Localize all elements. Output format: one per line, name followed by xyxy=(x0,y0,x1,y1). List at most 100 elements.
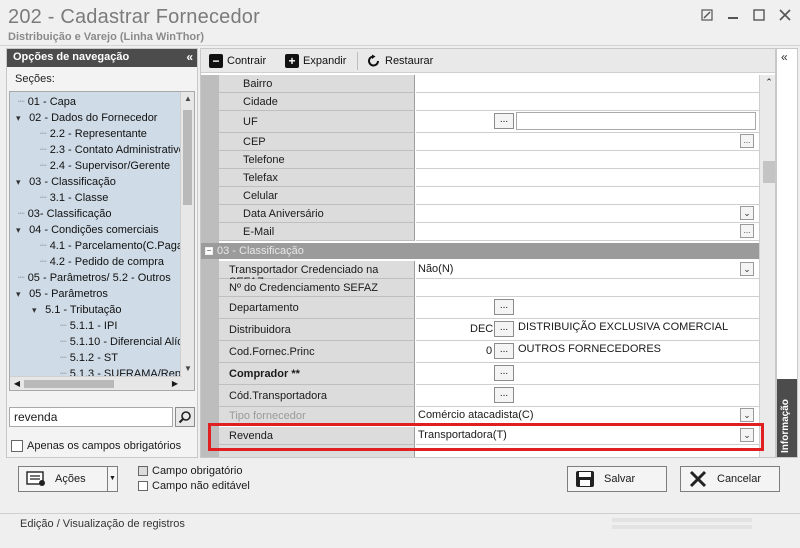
tree-horizontal-scrollbar[interactable]: ◀ ▶ xyxy=(10,376,182,390)
minus-icon: − xyxy=(209,54,223,68)
tree-item[interactable]: ┈ 01 - Capa xyxy=(18,94,76,110)
tree-item[interactable]: ┈ 2.2 - Representante xyxy=(40,126,147,142)
tree-item[interactable]: ▾ 04 - Condições comerciais xyxy=(16,222,159,238)
search-button[interactable] xyxy=(175,407,195,427)
tree-item[interactable]: ┈ 5.1.2 - ST xyxy=(60,350,118,366)
status-bar: Edição / Visualização de registros xyxy=(0,513,800,535)
tree-item[interactable]: ┈ 4.1 - Parcelamento(C.Pagamento) xyxy=(40,238,194,254)
cep-ellipsis-button[interactable]: ... xyxy=(740,134,754,148)
grid-row: Bairro xyxy=(219,75,759,93)
tree-vertical-scrollbar[interactable]: ▲ ▼ xyxy=(180,92,194,390)
num-credenciamento-field[interactable] xyxy=(416,279,759,297)
cidade-field[interactable] xyxy=(416,93,759,111)
tree-item[interactable]: ┈ 2.3 - Contato Administrativo xyxy=(40,142,185,158)
transportadora-lookup-button[interactable]: ... xyxy=(494,387,514,403)
tree-item[interactable]: ┈ 4.2 - Pedido de compra xyxy=(40,254,164,270)
telefax-field[interactable] xyxy=(416,169,759,187)
actions-icon xyxy=(25,470,47,488)
transportador-sefaz-select[interactable]: Não(N) ⌄ xyxy=(416,261,759,279)
comprador-lookup-button[interactable]: ... xyxy=(494,365,514,381)
legend-required-label: Campo obrigatório xyxy=(152,465,243,477)
tree-item[interactable]: ┈ 05 - Parâmetros/ 5.2 - Outros xyxy=(18,270,171,286)
grid-gutter xyxy=(201,75,219,457)
tree-item[interactable]: ▾ 02 - Dados do Fornecedor xyxy=(16,110,157,126)
scroll-thumb[interactable] xyxy=(763,161,775,183)
tree-item[interactable]: ▾ 5.1 - Tributação xyxy=(32,302,122,318)
collapse-button[interactable]: − Contrair xyxy=(209,52,266,70)
grid-vertical-scrollbar[interactable]: ⌃ xyxy=(759,75,775,457)
only-required-checkbox[interactable]: Apenas os campos obrigatórios xyxy=(11,440,181,452)
field-label: Departamento xyxy=(219,297,415,319)
expand-label: Expandir xyxy=(303,55,347,67)
sections-label: Seções: xyxy=(15,73,55,85)
scroll-up-icon[interactable]: ⌃ xyxy=(760,77,775,88)
field-label: Celular xyxy=(219,187,415,205)
scroll-down-icon[interactable]: ▼ xyxy=(181,362,194,376)
tree-item[interactable]: ┈ 2.4 - Supervisor/Gerente xyxy=(40,158,170,174)
save-button[interactable]: Salvar xyxy=(567,466,667,492)
checkbox-box[interactable] xyxy=(11,440,23,452)
bairro-field[interactable] xyxy=(416,75,759,93)
departamento-field[interactable]: ... xyxy=(416,297,759,319)
email-ellipsis-button[interactable]: ... xyxy=(740,224,754,238)
expand-button[interactable]: + Expandir xyxy=(285,52,346,70)
grid-row: Cidade xyxy=(219,93,759,111)
grid-row: E-Mail ... xyxy=(219,223,759,241)
tree-item[interactable]: ┈ 5.1.1 - IPI xyxy=(60,318,117,334)
tree-item[interactable]: ▾ 05 - Parâmetros xyxy=(16,286,108,302)
celular-field[interactable] xyxy=(416,187,759,205)
group-header[interactable]: −03 - Classificação xyxy=(201,243,759,259)
distribuidora-lookup-button[interactable]: ... xyxy=(494,321,514,337)
grid-row: Departamento ... xyxy=(219,297,759,319)
cod-fornec-princ-field[interactable]: 0 ... OUTROS FORNECEDORES xyxy=(416,341,759,363)
cod-fornec-lookup-button[interactable]: ... xyxy=(494,343,514,359)
scroll-thumb[interactable] xyxy=(24,380,114,388)
cod-transportadora-field[interactable]: ... xyxy=(416,385,759,407)
scroll-right-icon[interactable]: ▶ xyxy=(168,377,182,390)
minimize-icon[interactable] xyxy=(724,6,742,24)
collapse-group-icon[interactable]: − xyxy=(205,247,213,256)
cep-field[interactable]: ... xyxy=(416,133,759,151)
maximize-icon[interactable] xyxy=(750,6,768,24)
cancel-button[interactable]: Cancelar xyxy=(680,466,780,492)
actions-label: Ações xyxy=(55,473,86,485)
uf-field[interactable]: ... xyxy=(416,111,759,133)
cod-fornec-description: OUTROS FORNECEDORES xyxy=(518,343,662,355)
chevron-down-icon[interactable]: ⌄ xyxy=(740,206,754,220)
cancel-label: Cancelar xyxy=(717,473,762,485)
tree-item[interactable]: ┈ 5.1.10 - Diferencial Alíquota xyxy=(60,334,194,350)
field-label: Comprador ** xyxy=(219,363,415,385)
legend-readonly: Campo não editável xyxy=(138,480,250,492)
chevron-down-icon[interactable]: ⌄ xyxy=(740,408,754,422)
chevron-down-icon[interactable]: ⌄ xyxy=(740,262,754,276)
grid-row: Telefone xyxy=(219,151,759,169)
actions-button[interactable]: Ações ▼ xyxy=(18,466,118,492)
tree-item[interactable]: ┈ 03- Classificação xyxy=(18,206,111,222)
uf-lookup-button[interactable]: ... xyxy=(494,113,514,129)
sections-tree[interactable]: ┈ 01 - Capa ▾ 02 - Dados do Fornecedor ┈… xyxy=(9,91,195,391)
departamento-lookup-button[interactable]: ... xyxy=(494,299,514,315)
collapse-panel-icon[interactable]: « xyxy=(186,50,193,64)
scroll-up-icon[interactable]: ▲ xyxy=(181,92,194,106)
distribuidora-field[interactable]: DEC ... DISTRIBUIÇÃO EXCLUSIVA COMERCIAL xyxy=(416,319,759,341)
restore-button[interactable]: Restaurar xyxy=(367,52,433,70)
actions-dropdown-icon[interactable]: ▼ xyxy=(107,467,117,491)
search-input[interactable]: revenda xyxy=(9,407,173,427)
email-field[interactable]: ... xyxy=(416,223,759,241)
scroll-left-icon[interactable]: ◀ xyxy=(10,377,24,390)
close-icon[interactable] xyxy=(776,6,794,24)
grid-row: Telefax xyxy=(219,169,759,187)
legend-swatch xyxy=(138,481,148,491)
expand-info-icon[interactable]: « xyxy=(781,50,788,64)
scroll-thumb[interactable] xyxy=(183,110,192,205)
comprador-field[interactable]: ... xyxy=(416,363,759,385)
edit-window-icon[interactable] xyxy=(698,6,716,24)
tree-item[interactable]: ┈ 3.1 - Classe xyxy=(40,190,108,206)
restore-label: Restaurar xyxy=(385,55,434,67)
tree-item[interactable]: ▾ 03 - Classificação xyxy=(16,174,116,190)
info-tab[interactable]: Informação xyxy=(777,379,797,457)
data-aniversario-field[interactable]: ⌄ xyxy=(416,205,759,223)
telefone-field[interactable] xyxy=(416,151,759,169)
status-info-blurred xyxy=(612,518,752,529)
grid-row: Celular xyxy=(219,187,759,205)
